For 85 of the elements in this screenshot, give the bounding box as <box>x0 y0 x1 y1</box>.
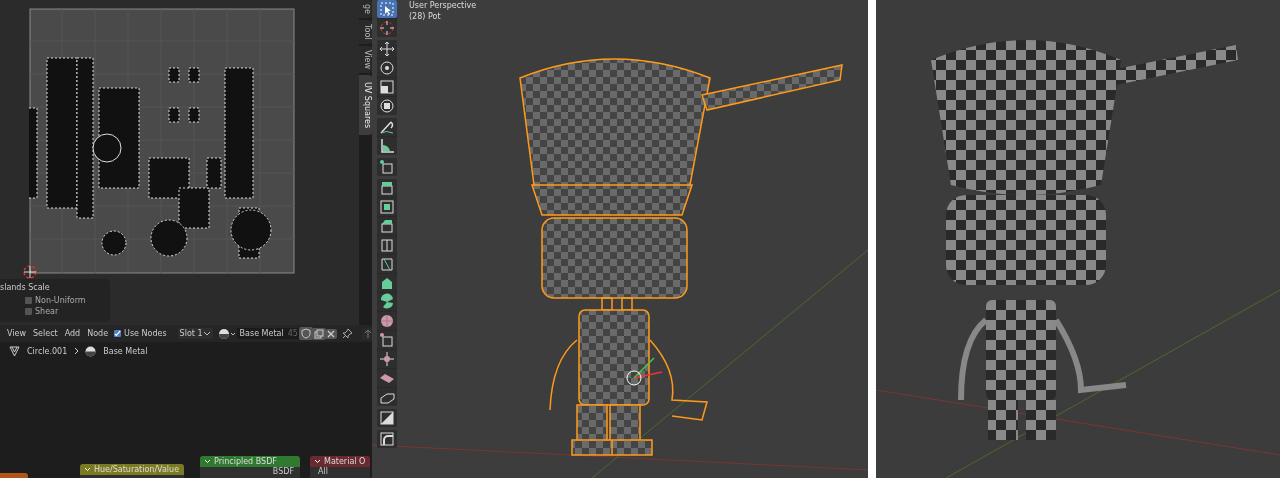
tool-button[interactable] <box>377 118 397 136</box>
tool-button[interactable] <box>377 198 397 216</box>
material-name-field[interactable]: Base Metal <box>236 328 287 339</box>
extrude-icon <box>378 179 396 197</box>
material-sphere-icon <box>85 345 97 357</box>
object-label: (28) Pot <box>409 12 442 21</box>
close-icon[interactable] <box>324 328 337 339</box>
tool-button[interactable] <box>377 274 397 292</box>
sidebar-tab[interactable]: Tool <box>359 20 372 44</box>
tool-button[interactable] <box>377 255 397 273</box>
shrink-icon <box>378 350 396 368</box>
node[interactable]: Hue/Saturation/Value <box>80 464 184 478</box>
option-label[interactable]: Non-Uniform <box>35 296 86 305</box>
breadcrumb-item[interactable]: Circle.001 <box>25 346 70 356</box>
panel-title: slands Scale <box>0 282 51 294</box>
tool-button[interactable] <box>377 312 397 330</box>
socket-label: All <box>317 467 329 476</box>
knife-icon <box>378 255 396 273</box>
tool-button[interactable] <box>377 40 397 58</box>
transform-icon <box>378 97 396 115</box>
loop-cut-icon <box>378 236 396 254</box>
tool-button[interactable] <box>377 236 397 254</box>
checkbox[interactable] <box>25 297 32 304</box>
triangle-square-icon <box>378 409 396 427</box>
tool-button[interactable] <box>377 293 397 311</box>
chevron-down-icon <box>202 330 211 337</box>
bevel-icon <box>378 217 396 235</box>
option-label[interactable]: Shear <box>35 307 59 316</box>
menu-item[interactable]: Add <box>63 329 82 338</box>
sidebar-tab[interactable]: ge <box>359 0 372 18</box>
tool-button[interactable] <box>377 217 397 235</box>
spin-icon <box>378 293 396 311</box>
node[interactable]: Material O All <box>310 456 370 478</box>
node-title: Material O <box>324 457 366 466</box>
tool-button[interactable] <box>377 350 397 368</box>
menu-item[interactable]: Node <box>86 329 110 338</box>
chevron-down-icon[interactable] <box>84 467 91 472</box>
chevron-right-icon <box>74 347 81 355</box>
node-header <box>0 473 28 478</box>
checkbox[interactable] <box>25 308 32 315</box>
tool-button[interactable] <box>377 331 397 349</box>
move-icon <box>378 40 396 58</box>
menu-item[interactable]: Select <box>32 329 59 338</box>
chevron-down-icon[interactable] <box>314 459 321 464</box>
tool-button[interactable] <box>377 179 397 197</box>
tool-button[interactable] <box>377 409 397 427</box>
checkbox[interactable] <box>114 330 122 337</box>
breadcrumb-item[interactable]: Base Metal <box>101 346 150 356</box>
curve-icon <box>378 430 396 448</box>
inset-icon <box>378 198 396 216</box>
pin-icon[interactable] <box>341 328 353 339</box>
node[interactable]: Principled BSDF BSDF <box>200 456 300 478</box>
tool-button[interactable] <box>377 369 397 387</box>
rotate-icon <box>378 59 396 77</box>
material-sphere-icon[interactable] <box>217 327 238 340</box>
chevron-down-icon[interactable] <box>204 459 211 464</box>
arrow-up-icon[interactable] <box>361 327 374 340</box>
sidebar-tab[interactable]: UV Squares <box>359 74 372 135</box>
cursor-icon <box>22 264 38 280</box>
sidebar-tab[interactable]: View <box>359 45 372 73</box>
slot-dropdown[interactable]: Slot 1 <box>177 328 213 339</box>
cursor-icon <box>378 19 396 37</box>
pencil-icon <box>378 118 396 136</box>
sphere-icon <box>378 312 396 330</box>
tool-button[interactable] <box>377 0 397 18</box>
tool-button[interactable] <box>377 388 397 406</box>
add-cube-icon <box>378 331 396 349</box>
tool-button[interactable] <box>377 59 397 77</box>
checkbox-label[interactable]: Use Nodes <box>124 329 167 338</box>
socket-label: BSDF <box>271 467 295 476</box>
tool-button[interactable] <box>377 78 397 96</box>
tool-button[interactable] <box>377 430 397 448</box>
menu-item[interactable]: View <box>6 329 27 338</box>
ruler-icon <box>378 137 396 155</box>
node-title: Hue/Saturation/Value <box>94 465 180 474</box>
add-cube-icon <box>378 158 396 176</box>
mesh-icon <box>9 345 20 357</box>
scale-icon <box>378 78 396 96</box>
tool-button[interactable] <box>377 158 397 176</box>
view-title: User Perspective <box>409 1 477 10</box>
tool-button[interactable] <box>377 97 397 115</box>
tool-button[interactable] <box>377 137 397 155</box>
checkmark-icon <box>114 330 122 337</box>
node-title: Principled BSDF <box>214 457 277 466</box>
select-box-icon <box>378 0 396 18</box>
